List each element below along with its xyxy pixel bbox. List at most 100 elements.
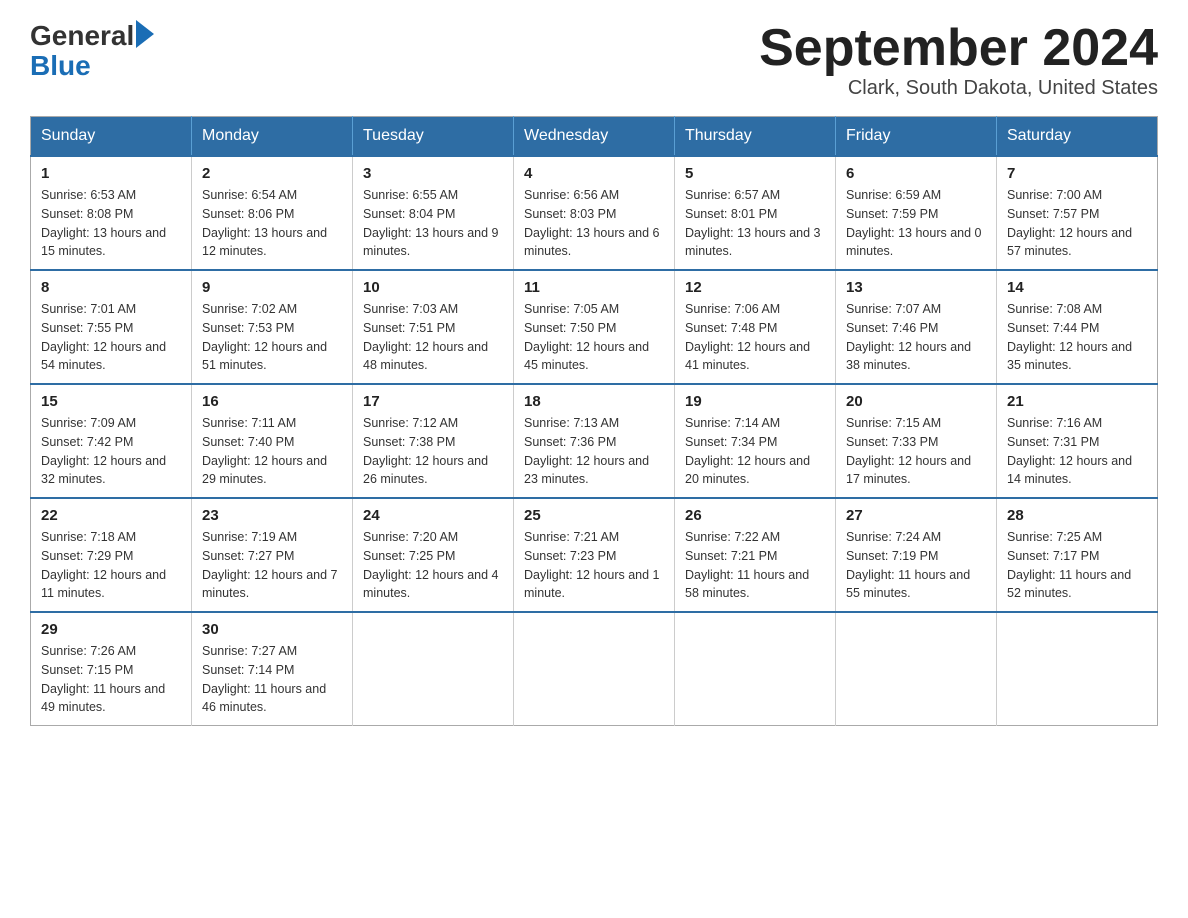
calendar-table: SundayMondayTuesdayWednesdayThursdayFrid… [30,116,1158,726]
calendar-cell: 20 Sunrise: 7:15 AM Sunset: 7:33 PM Dayl… [836,384,997,498]
day-info: Sunrise: 7:18 AM Sunset: 7:29 PM Dayligh… [41,528,181,603]
sunset-label: Sunset: 8:01 PM [685,207,777,221]
header-thursday: Thursday [675,117,836,157]
day-info: Sunrise: 7:13 AM Sunset: 7:36 PM Dayligh… [524,414,664,489]
sunrise-label: Sunrise: 7:06 AM [685,302,780,316]
sunrise-label: Sunrise: 6:57 AM [685,188,780,202]
day-number: 19 [685,393,825,410]
sunset-label: Sunset: 7:50 PM [524,321,616,335]
day-number: 18 [524,393,664,410]
calendar-cell: 28 Sunrise: 7:25 AM Sunset: 7:17 PM Dayl… [997,498,1158,612]
day-number: 9 [202,279,342,296]
calendar-cell: 15 Sunrise: 7:09 AM Sunset: 7:42 PM Dayl… [31,384,192,498]
sunset-label: Sunset: 7:25 PM [363,549,455,563]
daylight-label: Daylight: 12 hours and 20 minutes. [685,454,810,487]
sunset-label: Sunset: 7:44 PM [1007,321,1099,335]
sunrise-label: Sunrise: 7:09 AM [41,416,136,430]
day-number: 23 [202,507,342,524]
sunset-label: Sunset: 7:57 PM [1007,207,1099,221]
day-info: Sunrise: 7:25 AM Sunset: 7:17 PM Dayligh… [1007,528,1147,603]
header-friday: Friday [836,117,997,157]
day-number: 29 [41,621,181,638]
daylight-label: Daylight: 12 hours and 45 minutes. [524,340,649,373]
day-number: 15 [41,393,181,410]
day-number: 28 [1007,507,1147,524]
sunrise-label: Sunrise: 7:26 AM [41,644,136,658]
sunrise-label: Sunrise: 7:15 AM [846,416,941,430]
calendar-cell: 14 Sunrise: 7:08 AM Sunset: 7:44 PM Dayl… [997,270,1158,384]
day-info: Sunrise: 7:14 AM Sunset: 7:34 PM Dayligh… [685,414,825,489]
day-number: 24 [363,507,503,524]
daylight-label: Daylight: 12 hours and 29 minutes. [202,454,327,487]
day-info: Sunrise: 6:53 AM Sunset: 8:08 PM Dayligh… [41,186,181,261]
sunset-label: Sunset: 8:03 PM [524,207,616,221]
day-info: Sunrise: 7:27 AM Sunset: 7:14 PM Dayligh… [202,642,342,717]
sunset-label: Sunset: 7:31 PM [1007,435,1099,449]
sunset-label: Sunset: 7:42 PM [41,435,133,449]
sunrise-label: Sunrise: 7:11 AM [202,416,296,430]
day-info: Sunrise: 6:55 AM Sunset: 8:04 PM Dayligh… [363,186,503,261]
calendar-cell: 10 Sunrise: 7:03 AM Sunset: 7:51 PM Dayl… [353,270,514,384]
calendar-cell: 30 Sunrise: 7:27 AM Sunset: 7:14 PM Dayl… [192,612,353,726]
day-number: 2 [202,165,342,182]
logo-blue: Blue [30,52,154,80]
sunset-label: Sunset: 7:46 PM [846,321,938,335]
day-number: 4 [524,165,664,182]
day-info: Sunrise: 7:11 AM Sunset: 7:40 PM Dayligh… [202,414,342,489]
day-info: Sunrise: 7:26 AM Sunset: 7:15 PM Dayligh… [41,642,181,717]
daylight-label: Daylight: 12 hours and 1 minute. [524,568,660,601]
daylight-label: Daylight: 12 hours and 26 minutes. [363,454,488,487]
calendar-cell: 2 Sunrise: 6:54 AM Sunset: 8:06 PM Dayli… [192,156,353,270]
sunset-label: Sunset: 8:06 PM [202,207,294,221]
sunrise-label: Sunrise: 7:21 AM [524,530,619,544]
calendar-cell: 16 Sunrise: 7:11 AM Sunset: 7:40 PM Dayl… [192,384,353,498]
sunrise-label: Sunrise: 6:59 AM [846,188,941,202]
day-number: 10 [363,279,503,296]
calendar-cell: 19 Sunrise: 7:14 AM Sunset: 7:34 PM Dayl… [675,384,836,498]
daylight-label: Daylight: 12 hours and 51 minutes. [202,340,327,373]
calendar-week-row: 29 Sunrise: 7:26 AM Sunset: 7:15 PM Dayl… [31,612,1158,726]
day-info: Sunrise: 7:24 AM Sunset: 7:19 PM Dayligh… [846,528,986,603]
sunset-label: Sunset: 7:19 PM [846,549,938,563]
sunrise-label: Sunrise: 6:55 AM [363,188,458,202]
day-info: Sunrise: 7:09 AM Sunset: 7:42 PM Dayligh… [41,414,181,489]
calendar-cell: 9 Sunrise: 7:02 AM Sunset: 7:53 PM Dayli… [192,270,353,384]
sunset-label: Sunset: 7:59 PM [846,207,938,221]
daylight-label: Daylight: 12 hours and 57 minutes. [1007,226,1132,259]
logo[interactable]: General Blue [30,20,154,80]
day-number: 3 [363,165,503,182]
day-info: Sunrise: 7:06 AM Sunset: 7:48 PM Dayligh… [685,300,825,375]
day-info: Sunrise: 6:59 AM Sunset: 7:59 PM Dayligh… [846,186,986,261]
location-subtitle: Clark, South Dakota, United States [759,77,1158,100]
sunset-label: Sunset: 7:38 PM [363,435,455,449]
sunset-label: Sunset: 7:51 PM [363,321,455,335]
daylight-label: Daylight: 11 hours and 49 minutes. [41,682,165,715]
sunset-label: Sunset: 7:48 PM [685,321,777,335]
header-saturday: Saturday [997,117,1158,157]
daylight-label: Daylight: 12 hours and 32 minutes. [41,454,166,487]
sunrise-label: Sunrise: 7:18 AM [41,530,136,544]
sunrise-label: Sunrise: 7:24 AM [846,530,941,544]
day-number: 11 [524,279,664,296]
sunset-label: Sunset: 7:55 PM [41,321,133,335]
sunrise-label: Sunrise: 6:56 AM [524,188,619,202]
sunrise-label: Sunrise: 7:05 AM [524,302,619,316]
sunset-label: Sunset: 7:14 PM [202,663,294,677]
sunrise-label: Sunrise: 7:13 AM [524,416,619,430]
day-info: Sunrise: 7:05 AM Sunset: 7:50 PM Dayligh… [524,300,664,375]
calendar-cell: 5 Sunrise: 6:57 AM Sunset: 8:01 PM Dayli… [675,156,836,270]
calendar-week-row: 8 Sunrise: 7:01 AM Sunset: 7:55 PM Dayli… [31,270,1158,384]
sunrise-label: Sunrise: 7:08 AM [1007,302,1102,316]
month-year-title: September 2024 [759,20,1158,77]
daylight-label: Daylight: 12 hours and 17 minutes. [846,454,971,487]
sunrise-label: Sunrise: 7:01 AM [41,302,136,316]
day-number: 21 [1007,393,1147,410]
sunset-label: Sunset: 7:27 PM [202,549,294,563]
sunrise-label: Sunrise: 7:03 AM [363,302,458,316]
sunset-label: Sunset: 7:36 PM [524,435,616,449]
sunset-label: Sunset: 7:40 PM [202,435,294,449]
daylight-label: Daylight: 12 hours and 14 minutes. [1007,454,1132,487]
daylight-label: Daylight: 12 hours and 38 minutes. [846,340,971,373]
calendar-cell [997,612,1158,726]
title-section: September 2024 Clark, South Dakota, Unit… [759,20,1158,100]
